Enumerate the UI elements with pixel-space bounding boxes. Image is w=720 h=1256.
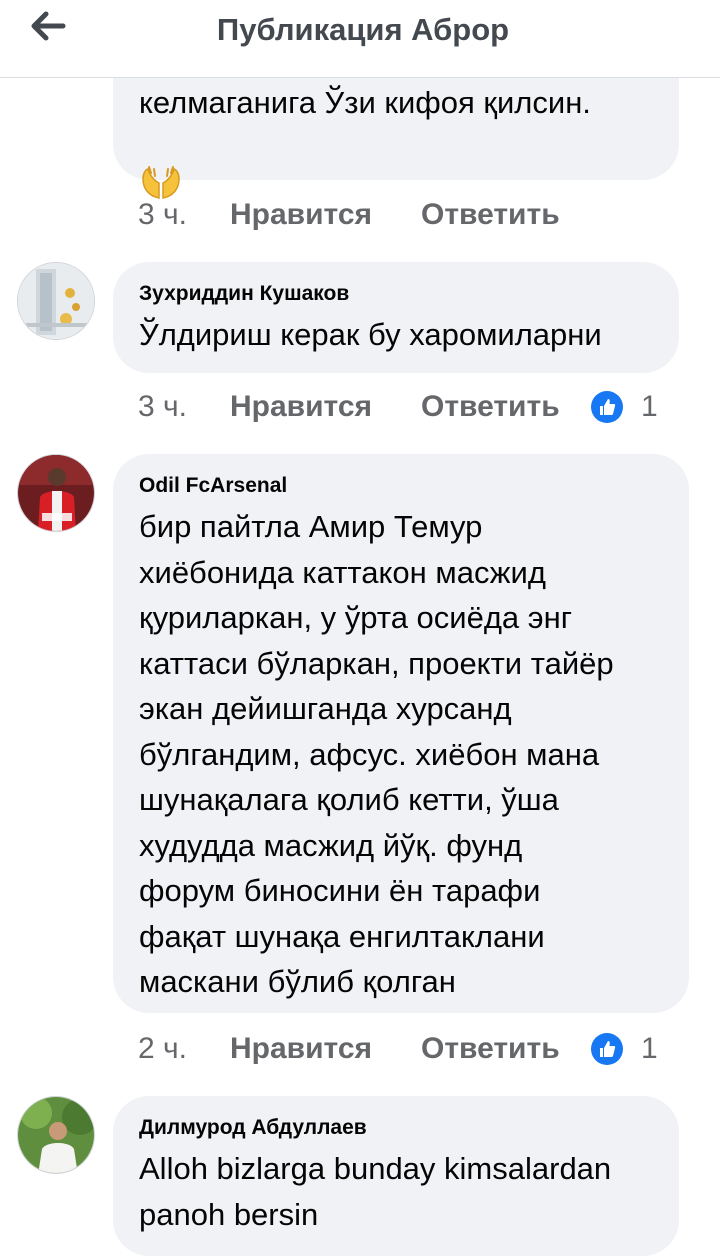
comment-bubble[interactable]: Odil FcArsenal бир пайтла Амир Темур хиё… xyxy=(113,454,689,1013)
comment-line: Alloh bizlarga bunday kimsalardan xyxy=(139,1151,612,1186)
comment-actions: 3 ч. Нравится Ответить xyxy=(138,195,591,235)
comment-line: бўлгандим, афсус. хиёбон мана xyxy=(139,736,600,772)
avatar[interactable] xyxy=(17,1096,95,1174)
reaction-count: 1 xyxy=(641,1032,658,1065)
comment-line: каттаси бўларкан, проекти тайёр xyxy=(139,645,614,681)
reaction-summary[interactable]: 1 xyxy=(591,1032,658,1066)
avatar-image xyxy=(18,455,94,531)
comment-line: хиёбонида каттакон масжид xyxy=(139,554,546,590)
reply-button[interactable]: Ответить xyxy=(421,1032,591,1066)
comment-line: экан дейишганда хурсанд xyxy=(139,691,512,726)
like-button[interactable]: Нравится xyxy=(230,198,421,232)
comment-bubble[interactable]: Зухриддин Кушаков Ўлдириш керак бу харом… xyxy=(113,262,679,373)
comment-line: Ўлдириш керак бу харомиларни xyxy=(139,317,602,352)
reply-button[interactable]: Ответить xyxy=(421,198,591,232)
comment-line: фақат шунақа енгилтаклани xyxy=(139,918,545,954)
comment-line: келмаганига Ўзи кифоя қилсин. xyxy=(139,85,591,120)
page-title: Публикация Аброр xyxy=(216,12,510,47)
comment-actions: 2 ч. Нравится Ответить 1 xyxy=(138,1029,658,1069)
comment-time: 2 ч. xyxy=(138,1032,187,1065)
comment-line: бир пайтла Амир Темур xyxy=(139,509,483,544)
comment-actions: 3 ч. Нравится Ответить 1 xyxy=(138,387,658,427)
comment-text: бир пайтла Амир Темур хиёбонида каттакон… xyxy=(139,504,614,1005)
comment-line: форум биносини ён тарафи xyxy=(139,873,541,908)
avatar-image xyxy=(18,1097,94,1173)
reply-button[interactable]: Ответить xyxy=(421,390,591,424)
comment-line: panoh bersin xyxy=(139,1196,319,1232)
comment-author[interactable]: Дилмурод Абдуллаев xyxy=(139,1116,367,1140)
like-button[interactable]: Нравится xyxy=(230,1032,421,1066)
like-button[interactable]: Нравится xyxy=(230,390,421,424)
comment-time: 3 ч. xyxy=(138,390,187,423)
comment-text: келмаганига Ўзи кифоя қилсин. xyxy=(139,80,591,126)
comment-author[interactable]: Зухриддин Кушаков xyxy=(139,282,349,306)
avatar[interactable] xyxy=(17,454,95,532)
comment-bubble[interactable]: Дилмурод Абдуллаев Alloh bizlarga bunday… xyxy=(113,1096,679,1256)
comment-text: Ўлдириш керак бу харомиларни xyxy=(139,312,602,358)
thumbs-up-icon xyxy=(591,391,623,423)
avatar-image xyxy=(18,263,94,339)
comment-line: қуриларкан, у ўрта осиёда энг xyxy=(139,600,573,635)
comment-line: маскани бўлиб қолган xyxy=(139,964,456,999)
reaction-summary[interactable]: 1 xyxy=(591,390,658,424)
comment-line: шунақалага қолиб кетти, ўша xyxy=(139,782,559,817)
thumbs-up-icon xyxy=(591,1033,623,1065)
avatar[interactable] xyxy=(17,262,95,340)
comment-time: 3 ч. xyxy=(138,198,187,231)
reaction-count: 1 xyxy=(641,390,658,423)
comment-line: худудда масжид йўқ. фунд xyxy=(139,827,523,863)
top-bar: Публикация Аброр xyxy=(0,0,720,78)
comment-author[interactable]: Odil FcArsenal xyxy=(139,474,287,498)
comment-text: Alloh bizlarga bunday kimsalardan panoh … xyxy=(139,1146,611,1237)
